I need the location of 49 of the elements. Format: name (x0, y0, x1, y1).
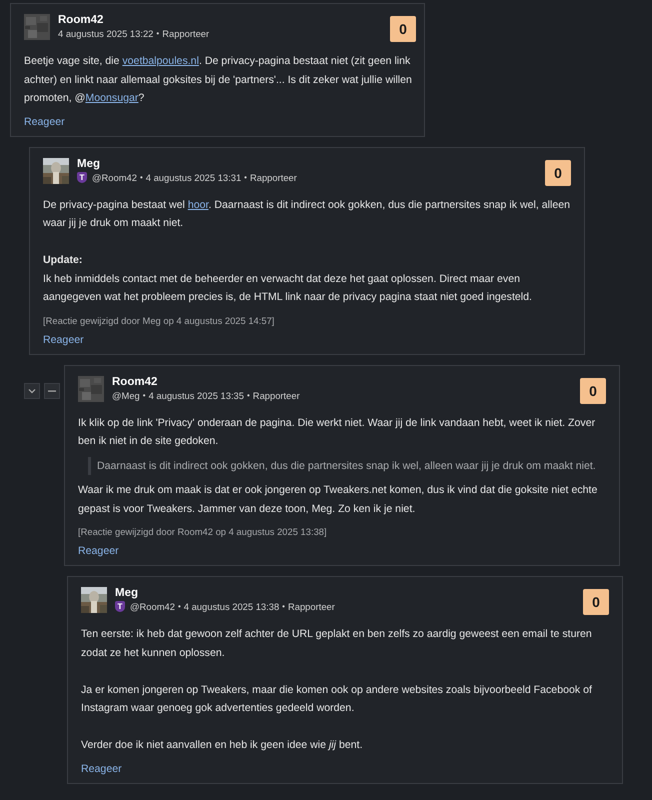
update-heading: Update: (43, 253, 84, 268)
report-link[interactable]: Rapporteer (250, 172, 297, 182)
comment-date: 4 augustus 2025 13:35 (148, 390, 244, 400)
author-name[interactable]: Meg (77, 158, 537, 170)
collapse-button[interactable] (44, 382, 60, 398)
score-badge[interactable]: 0 (580, 378, 606, 404)
reply-to-mention: @Room42 (92, 172, 137, 182)
role-badge: T (77, 172, 87, 182)
reply-link[interactable]: Reageer (24, 116, 65, 128)
expand-button[interactable] (24, 382, 40, 398)
separator-dot: • (244, 172, 247, 182)
report-link[interactable]: Rapporteer (288, 601, 335, 612)
separator-dot: • (246, 390, 250, 400)
role-badge: T (115, 601, 125, 612)
author-name[interactable]: Room42 (58, 14, 382, 26)
comment-text: Waar ik me druk om maak is dat er ook jongeren op Tweakers.net komen, dus ik vind dat die goksite niet echte gepast is voor Tweakers. Jammer van deze toon, Meg. Zo ken ik je niet. (78, 483, 598, 516)
reply-link[interactable]: Reageer (81, 762, 122, 774)
report-link[interactable]: Rapporteer (162, 28, 210, 39)
separator-dot: • (156, 29, 160, 38)
separator-dot: • (282, 602, 285, 611)
reply-link[interactable]: Reageer (43, 334, 84, 346)
text-link[interactable]: Moonsugar (85, 92, 138, 104)
author-name[interactable]: Room42 (112, 376, 572, 388)
score-badge[interactable]: 0 (545, 160, 571, 186)
comment-date: 4 augustus 2025 13:22 (58, 28, 154, 39)
report-link[interactable]: Rapporteer (252, 390, 300, 400)
separator-dot: • (142, 390, 146, 400)
comment-text: De privacy-pagina bestaat wel hoor. Daarnaast is dit indirect ook gokken, dus die partnersites snap ik wel, alleen waar jij je druk om maakt niet. (43, 198, 571, 231)
reply-to-mention: @Room42 (130, 601, 175, 612)
edit-note: [Reactie gewijzigd door Meg op 4 augustus 2025 14:57] (43, 314, 276, 326)
comment-text: Ik heb inmiddels contact met de beheerder en verwacht dat deze het gaat oplossen. Direct maar even aangegeven wat het probleem precies is, de HTML link naar de privacy pagina staat niet goed ingesteld. (43, 272, 533, 305)
separator-dot: • (140, 172, 143, 182)
reply-link[interactable]: Reageer (78, 545, 119, 557)
comment-text: Verder doe ik niet aanvallen en heb ik geen idee wie jij bent. (81, 738, 364, 753)
comment-text: Ten eerste: ik heb dat gewoon zelf achter de URL geplakt en ben zelfs zo aardig geweest een email te sturen zodat ze het kunnen oplossen. (81, 627, 593, 660)
comment-text: Ik klik op de link 'Privacy' onderaan de pagina. Die werkt niet. Waar jij de link vandaan hebt, weet ik niet. Zover ben ik niet in de site gedoken. (78, 416, 596, 449)
separator-dot: • (178, 602, 181, 611)
text-link[interactable]: voetbalpoules.nl (122, 55, 199, 67)
edit-note: [Reactie gewijzigd door Room42 op 4 augustus 2025 13:38] (78, 526, 328, 537)
text-link[interactable]: hoor (188, 198, 208, 210)
score-badge[interactable]: 0 (390, 16, 416, 42)
comment-text: Ja er komen jongeren op Tweakers, maar die komen ook op andere websites zoals bijvoorbeeld Facebook of Instagram waar genoeg gok advertenties gedeeld worden. (81, 682, 593, 716)
quote-text: Daarnaast is dit indirect ook gokken, dus die partnersites snap ik wel, alleen waar jij je druk om maakt niet. (88, 456, 606, 475)
score-badge[interactable]: 0 (583, 589, 609, 615)
comment-date: 4 augustus 2025 13:38 (184, 601, 280, 612)
comment-date: 4 augustus 2025 13:31 (146, 172, 242, 182)
author-name[interactable]: Meg (115, 587, 575, 599)
reply-to-mention: @Meg (112, 390, 140, 400)
comment-text: Beetje vage site, die voetbalpoules.nl. De privacy-pagina bestaat niet (zit geen link achter) en linkt naar allemaal goksites bij de 'partners'... Is dit zeker wat jullie willen promoten, @Moonsugar? (24, 54, 413, 106)
